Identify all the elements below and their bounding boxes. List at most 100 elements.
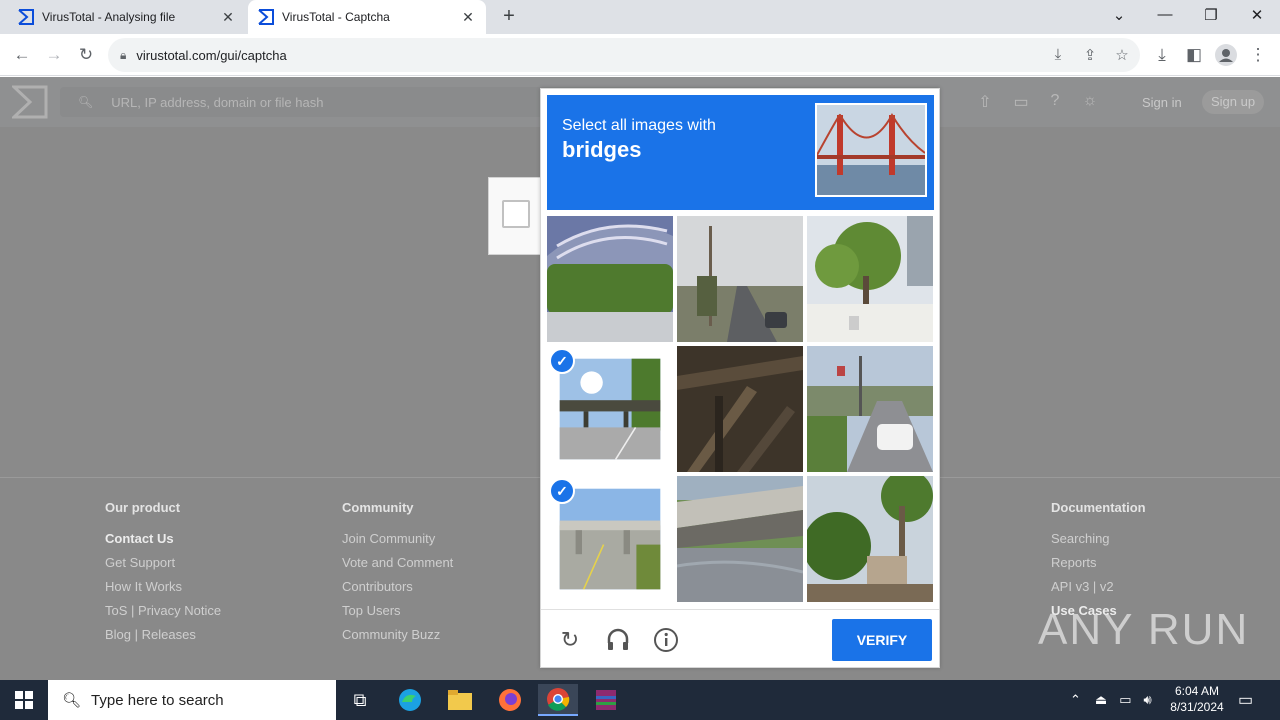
sign-in-link[interactable]: Sign in — [1142, 95, 1182, 110]
chrome-icon[interactable] — [538, 684, 578, 716]
footer-col-community: Community Join Community Vote and Commen… — [342, 500, 453, 647]
footer-link-tos[interactable]: ToS | Privacy Notice — [105, 599, 221, 623]
footer-link-join[interactable]: Join Community — [342, 527, 453, 551]
tab-search-chevron-icon[interactable]: ⌄ — [1104, 6, 1134, 24]
footer-link-searching[interactable]: Searching — [1051, 527, 1146, 551]
footer-heading: Our product — [105, 500, 181, 515]
tab-title: VirusTotal - Analysing file — [42, 10, 176, 24]
url-text: virustotal.com/gui/captcha — [136, 47, 287, 63]
captcha-tile[interactable] — [807, 216, 933, 342]
profile-avatar-icon[interactable] — [1214, 43, 1238, 67]
upload-icon[interactable]: ⇧ — [974, 92, 996, 112]
virustotal-favicon — [258, 9, 274, 25]
windows-taskbar: 🔍︎ Type here to search ⧉ ⌃ ⏏ ▭ 🔊︎ 6:04 A… — [0, 680, 1280, 720]
footer-link-how-it-works[interactable]: How It Works — [105, 575, 221, 599]
browser-tab-strip: VirusTotal - Analysing file ✕ VirusTotal… — [0, 0, 1280, 34]
virustotal-favicon — [18, 9, 34, 25]
back-arrow-icon[interactable]: ← — [10, 43, 34, 67]
network-icon[interactable]: ▭ — [1119, 692, 1131, 708]
chevron-up-icon[interactable]: ⌃ — [1070, 692, 1081, 708]
file-explorer-icon[interactable] — [440, 684, 480, 716]
captcha-grid: ✓ ✓ — [547, 216, 934, 602]
vt-search-placeholder: URL, IP address, domain or file hash — [111, 94, 324, 110]
reload-icon[interactable]: ↻ — [74, 43, 98, 67]
footer-link-buzz[interactable]: Community Buzz — [342, 623, 453, 647]
selected-check-icon: ✓ — [549, 478, 575, 504]
edge-icon[interactable] — [390, 684, 430, 716]
share-icon[interactable]: ⇪ — [1080, 46, 1100, 64]
footer-link-vote[interactable]: Vote and Comment — [342, 551, 453, 575]
firefox-icon[interactable] — [490, 684, 530, 716]
search-icon: 🔍︎ — [78, 95, 94, 109]
volume-icon[interactable]: 🔊︎ — [1144, 692, 1152, 708]
taskbar-search-placeholder: Type here to search — [91, 691, 224, 709]
captcha-tile[interactable] — [547, 216, 673, 342]
captcha-footer: ↻ VERIFY — [541, 609, 939, 667]
tab-close-icon[interactable]: ✕ — [460, 9, 476, 26]
install-app-icon[interactable]: ⤓ — [1048, 46, 1068, 63]
tab-virustotal-captcha[interactable]: VirusTotal - Captcha ✕ — [248, 0, 486, 34]
clock-date: 8/31/2024 — [1170, 700, 1224, 714]
captcha-example-image — [815, 103, 927, 197]
windows-start-icon[interactable] — [0, 680, 48, 720]
browser-toolbar: ← → ↻ 🔒︎ virustotal.com/gui/captcha ⤓ ⇪ … — [0, 34, 1280, 76]
task-view-icon[interactable]: ⧉ — [340, 684, 380, 716]
audio-challenge-icon[interactable] — [604, 626, 632, 654]
close-window-icon[interactable]: ✕ — [1242, 6, 1272, 24]
usb-icon[interactable]: ⏏ — [1095, 692, 1107, 708]
footer-link-blog[interactable]: Blog | Releases — [105, 623, 221, 647]
tab-title: VirusTotal - Captcha — [282, 10, 390, 24]
anyrun-watermark: ANY RUN — [1038, 605, 1250, 654]
tab-close-icon[interactable]: ✕ — [220, 9, 236, 26]
bookmark-star-icon[interactable]: ☆ — [1112, 46, 1132, 64]
footer-heading: Documentation — [1051, 500, 1146, 515]
notifications-icon[interactable]: ▭ — [1238, 680, 1253, 720]
selected-check-icon: ✓ — [549, 348, 575, 374]
sign-up-button[interactable]: Sign up — [1202, 90, 1265, 114]
captcha-tile[interactable] — [807, 476, 933, 602]
taskbar-search-input[interactable]: 🔍︎ Type here to search — [48, 680, 336, 720]
footer-link-api[interactable]: API v3 | v2 — [1051, 575, 1146, 599]
verify-button[interactable]: VERIFY — [832, 619, 932, 661]
captcha-header: Select all images with bridges — [547, 95, 934, 210]
captcha-target-word: bridges — [562, 137, 642, 162]
footer-link-reports[interactable]: Reports — [1051, 551, 1146, 575]
captcha-tile[interactable]: ✓ — [547, 476, 673, 602]
search-icon: 🔍︎ — [62, 692, 82, 709]
footer-link-contributors[interactable]: Contributors — [342, 575, 453, 599]
address-bar[interactable]: 🔒︎ virustotal.com/gui/captcha ⤓ ⇪ ☆ — [108, 38, 1140, 72]
footer-link-support[interactable]: Get Support — [105, 551, 221, 575]
footer-link-top-users[interactable]: Top Users — [342, 599, 453, 623]
forward-arrow-icon[interactable]: → — [42, 43, 66, 67]
captcha-tile[interactable] — [807, 346, 933, 472]
virustotal-logo-icon[interactable] — [12, 85, 48, 119]
menu-kebab-icon[interactable]: ⋮ — [1246, 43, 1270, 67]
captcha-prompt: Select all images with — [562, 117, 716, 134]
theme-toggle-icon[interactable]: ☼ — [1079, 92, 1101, 110]
restore-icon[interactable]: ❐ — [1196, 6, 1226, 24]
downloads-icon[interactable]: ⤓ — [1150, 43, 1174, 67]
footer-col-product: Our product Contact Us Get Support How I… — [105, 500, 221, 647]
info-icon[interactable] — [652, 626, 680, 654]
captcha-tile[interactable] — [677, 346, 803, 472]
lock-icon: 🔒︎ — [120, 47, 127, 62]
minimize-icon[interactable]: — — [1150, 6, 1180, 23]
side-panel-icon[interactable]: ◧ — [1182, 43, 1206, 67]
taskbar-clock[interactable]: 6:04 AM 8/31/2024 — [1162, 683, 1232, 715]
captcha-tile[interactable] — [677, 476, 803, 602]
notifications-icon[interactable]: ▭ — [1010, 92, 1032, 112]
captcha-checkbox[interactable] — [502, 200, 530, 228]
tab-virustotal-analysing[interactable]: VirusTotal - Analysing file ✕ — [8, 0, 246, 34]
footer-heading: Community — [342, 500, 414, 515]
captcha-tile[interactable]: ✓ — [547, 346, 673, 472]
captcha-challenge: Select all images with bridges ✓ ✓ ↻ VER… — [540, 88, 940, 668]
help-icon[interactable]: ? — [1044, 92, 1066, 110]
clock-time: 6:04 AM — [1174, 684, 1220, 698]
reload-challenge-icon[interactable]: ↻ — [556, 626, 584, 654]
footer-link-contact[interactable]: Contact Us — [105, 527, 221, 551]
captcha-tile[interactable] — [677, 216, 803, 342]
new-tab-button[interactable]: + — [498, 6, 520, 28]
system-tray: ⌃ ⏏ ▭ 🔊︎ — [1070, 680, 1152, 720]
captcha-anchor — [488, 177, 544, 255]
winrar-icon[interactable] — [586, 684, 626, 716]
